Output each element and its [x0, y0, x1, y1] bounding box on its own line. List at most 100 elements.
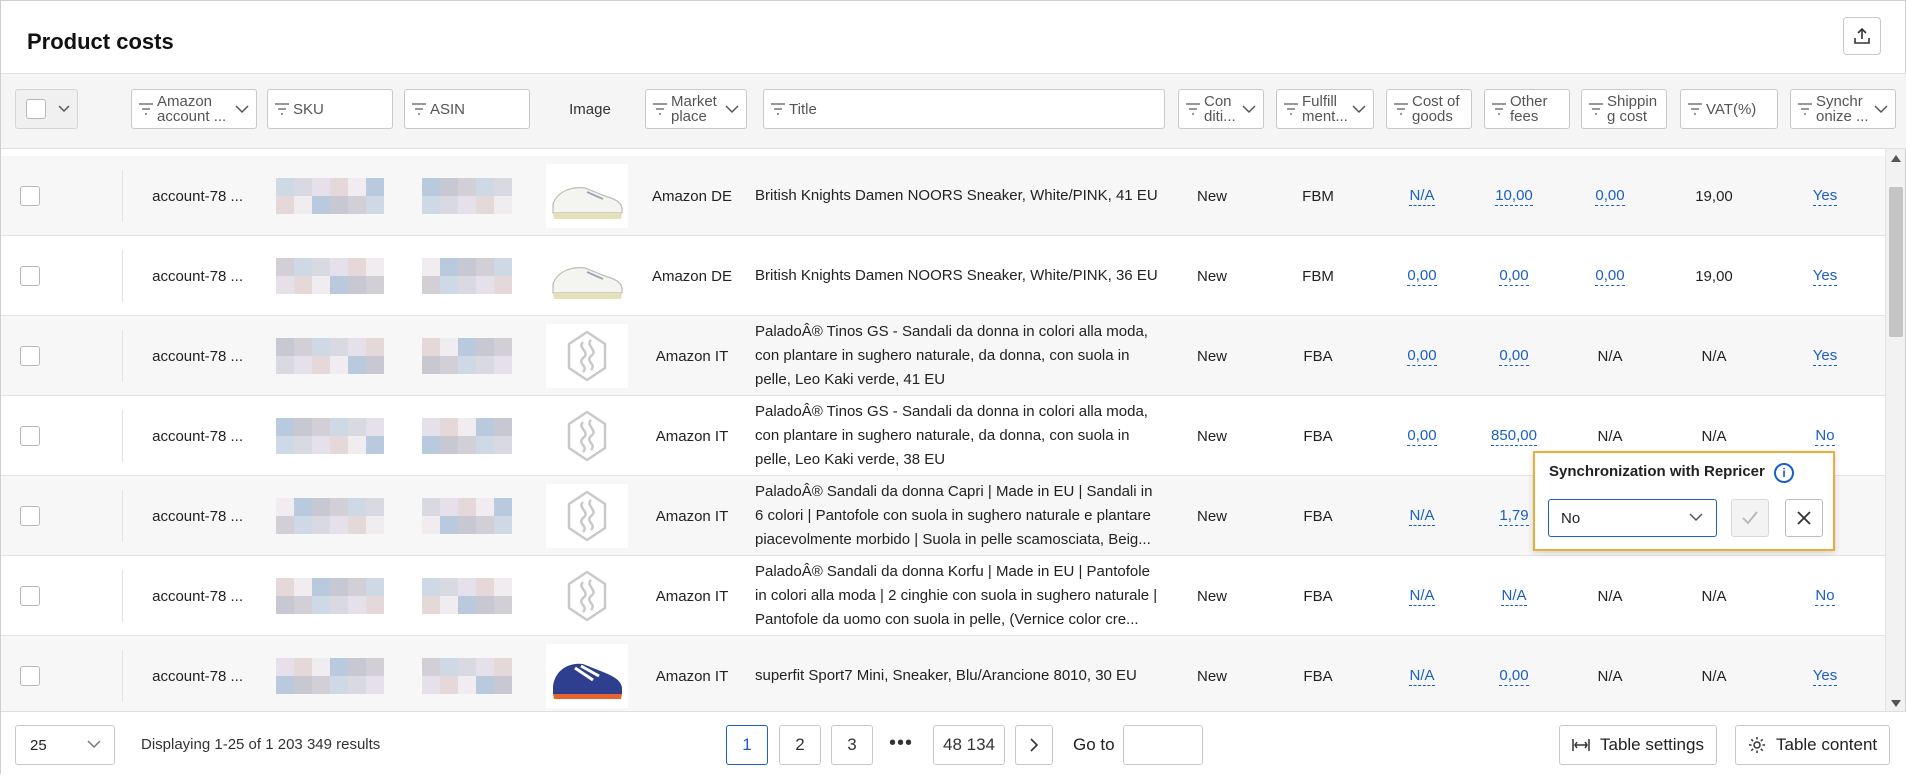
row-checkbox[interactable]: [20, 506, 40, 526]
product-image[interactable]: [546, 644, 628, 708]
cost-of-goods-value[interactable]: 0,00: [1407, 267, 1437, 286]
image-placeholder[interactable]: [546, 324, 628, 388]
filter-fulfillment[interactable]: Fulfill ment...: [1276, 89, 1374, 129]
condition-value: New: [1196, 347, 1227, 365]
scroll-down-icon[interactable]: [1891, 700, 1901, 707]
fulfillment-value: FBM: [1302, 267, 1334, 285]
product-title: PaladoÂ® Sandali da donna Korfu | Made i…: [755, 563, 1158, 628]
select-all-checkbox[interactable]: [26, 99, 46, 119]
cost-of-goods-value[interactable]: N/A: [1409, 667, 1435, 686]
export-button[interactable]: [1843, 17, 1881, 55]
column-divider: [122, 650, 123, 702]
sneaker-icon: [552, 267, 623, 299]
asin-value: [422, 258, 512, 294]
sync-value[interactable]: Yes: [1812, 347, 1838, 366]
sku-value: [276, 258, 384, 294]
product-image[interactable]: [546, 244, 628, 308]
other-fees-value[interactable]: 850,00: [1491, 427, 1537, 446]
scrollbar-thumb[interactable]: [1889, 187, 1903, 337]
chevron-down-icon: [1874, 105, 1888, 114]
filter-marketplace[interactable]: Market place: [645, 89, 747, 129]
chevron-down-icon: [87, 740, 101, 749]
row-checkbox[interactable]: [20, 666, 40, 686]
filter-account[interactable]: Amazon account ...: [131, 89, 257, 129]
account-name: account-78 ...: [152, 587, 243, 605]
sku-value: [276, 178, 384, 214]
asin-value: [422, 338, 512, 374]
table-body: account-78 ... Amazon DE British Knights D…: [1, 156, 1885, 711]
page-button-1[interactable]: 1: [726, 725, 768, 765]
table-footer: 25 Displaying 1-25 of 1 203 349 results …: [1, 711, 1906, 775]
filter-shipping-cost[interactable]: Shippin g cost: [1581, 89, 1667, 129]
cancel-button[interactable]: [1785, 499, 1823, 537]
cost-of-goods-value[interactable]: N/A: [1409, 507, 1435, 526]
row-checkbox[interactable]: [20, 266, 40, 286]
account-name: account-78 ...: [152, 507, 243, 525]
filter-icon: [1798, 103, 1812, 115]
filter-cost-of-goods[interactable]: Cost of goods: [1386, 89, 1472, 129]
table-settings-button[interactable]: Table settings: [1559, 725, 1717, 765]
row-checkbox[interactable]: [20, 186, 40, 206]
sync-value[interactable]: Yes: [1812, 667, 1838, 686]
column-label-other-fees: Other fees: [1510, 94, 1548, 124]
other-fees-value[interactable]: 1,79: [1499, 507, 1529, 526]
other-fees-value[interactable]: 0,00: [1499, 347, 1529, 366]
vertical-scrollbar[interactable]: [1885, 149, 1905, 711]
shipping-cost-value[interactable]: 0,00: [1595, 267, 1625, 286]
row-checkbox[interactable]: [20, 426, 40, 446]
filter-other-fees[interactable]: Other fees: [1484, 89, 1570, 129]
page-button-last[interactable]: 48 134: [933, 725, 1005, 765]
filter-icon: [1589, 103, 1603, 115]
fulfillment-value: FBA: [1303, 587, 1333, 605]
image-placeholder[interactable]: [546, 404, 628, 468]
cost-of-goods-value[interactable]: N/A: [1409, 587, 1435, 606]
filter-asin[interactable]: ASIN: [404, 89, 530, 129]
product-image[interactable]: [546, 164, 628, 228]
other-fees-value[interactable]: N/A: [1501, 587, 1527, 606]
filter-icon: [771, 103, 785, 115]
shipping-cost-value[interactable]: 0,00: [1595, 187, 1625, 206]
sync-select[interactable]: No: [1548, 499, 1717, 537]
info-icon[interactable]: i: [1774, 463, 1794, 483]
scroll-up-icon[interactable]: [1891, 155, 1901, 162]
confirm-button[interactable]: [1731, 499, 1769, 537]
row-checkbox[interactable]: [20, 586, 40, 606]
other-fees-value[interactable]: 0,00: [1499, 667, 1529, 686]
filter-title[interactable]: Title: [763, 89, 1165, 129]
fulfillment-value: FBA: [1303, 347, 1333, 365]
image-placeholder[interactable]: [546, 484, 628, 548]
filter-synchronize[interactable]: Synchr onize ...: [1790, 89, 1896, 129]
account-name: account-78 ...: [152, 347, 243, 365]
other-fees-value[interactable]: 0,00: [1499, 267, 1529, 286]
table-content-button[interactable]: Table content: [1735, 725, 1891, 765]
other-fees-value[interactable]: 10,00: [1495, 187, 1533, 206]
page-button-3[interactable]: 3: [831, 725, 873, 765]
sync-value[interactable]: No: [1815, 587, 1835, 606]
image-placeholder[interactable]: [546, 564, 628, 628]
filter-sku[interactable]: SKU: [267, 89, 393, 129]
cost-of-goods-value[interactable]: 0,00: [1407, 427, 1437, 446]
shipping-cost-value: N/A: [1597, 427, 1623, 445]
filter-condition[interactable]: Con diti...: [1178, 89, 1264, 129]
page-button-2[interactable]: 2: [779, 725, 821, 765]
account-name: account-78 ...: [152, 267, 243, 285]
page-size-select[interactable]: 25: [15, 725, 115, 765]
goto-input[interactable]: [1123, 725, 1203, 765]
filter-vat[interactable]: VAT(%): [1680, 89, 1778, 129]
cost-of-goods-value[interactable]: 0,00: [1407, 347, 1437, 366]
next-page-button[interactable]: [1015, 725, 1053, 765]
cost-of-goods-value[interactable]: N/A: [1409, 187, 1435, 206]
select-all-control[interactable]: [15, 89, 78, 129]
popup-title: Synchronization with Repricer: [1549, 463, 1765, 480]
sync-value[interactable]: Yes: [1812, 187, 1838, 206]
sync-value[interactable]: Yes: [1812, 267, 1838, 286]
gear-icon: [1749, 737, 1765, 753]
row-checkbox[interactable]: [20, 346, 40, 366]
vat-value: N/A: [1701, 427, 1727, 445]
sync-value[interactable]: No: [1815, 427, 1835, 446]
vat-value: N/A: [1701, 587, 1727, 605]
filter-icon: [1284, 103, 1298, 115]
pagination-ellipsis[interactable]: •••: [889, 732, 913, 755]
chevron-down-icon[interactable]: [58, 105, 70, 113]
table-row: account-78 ... Amazon DE British Knights D…: [1, 156, 1885, 236]
